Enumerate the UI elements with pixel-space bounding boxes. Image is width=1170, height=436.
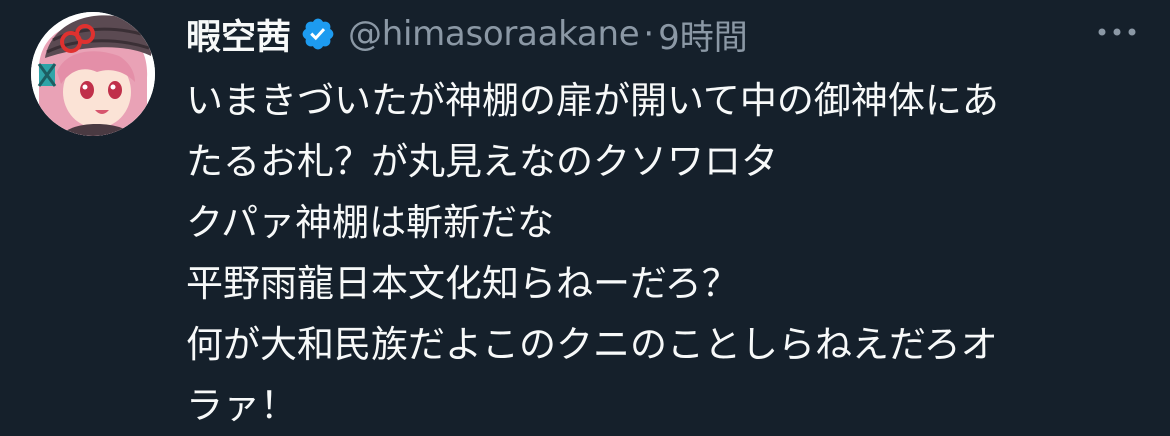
display-name[interactable]: 暇空茜 [186, 9, 291, 60]
tweet-text-line: いまきづいたが神棚の扉が開いて中の御神体にあ [186, 79, 999, 122]
tweet-text-line: 何が大和民族だよこのクニのことしらねえだろオ [186, 323, 998, 366]
user-handle[interactable]: @himasoraakane [348, 14, 640, 54]
header-separator: · [643, 14, 655, 54]
tweet-timestamp[interactable]: 9時間 [658, 10, 748, 59]
tweet-text-line: ラァ！ [186, 384, 297, 427]
avatar-illustration [31, 12, 155, 136]
more-options-button[interactable] [1094, 22, 1140, 42]
verified-badge-icon [300, 16, 336, 52]
tweet-text-line: 平野雨龍日本文化知らねーだろ？ [186, 262, 739, 305]
tweet-text-line: たるお札？が丸見えなのクソワロタ [186, 140, 778, 183]
tweet-header: 暇空茜 @himasoraakane · 9時間 [186, 9, 748, 59]
tweet-card[interactable]: 暇空茜 @himasoraakane · 9時間 いまきづいたが神棚の扉が開いて… [0, 0, 1170, 427]
ellipsis-icon [1098, 28, 1136, 36]
tweet-text: いまきづいたが神棚の扉が開いて中の御神体にあ たるお札？が丸見えなのクソワロタ … [186, 70, 1156, 436]
user-avatar[interactable] [31, 12, 155, 136]
tweet-text-line: クパァ神棚は斬新だな [186, 201, 555, 244]
